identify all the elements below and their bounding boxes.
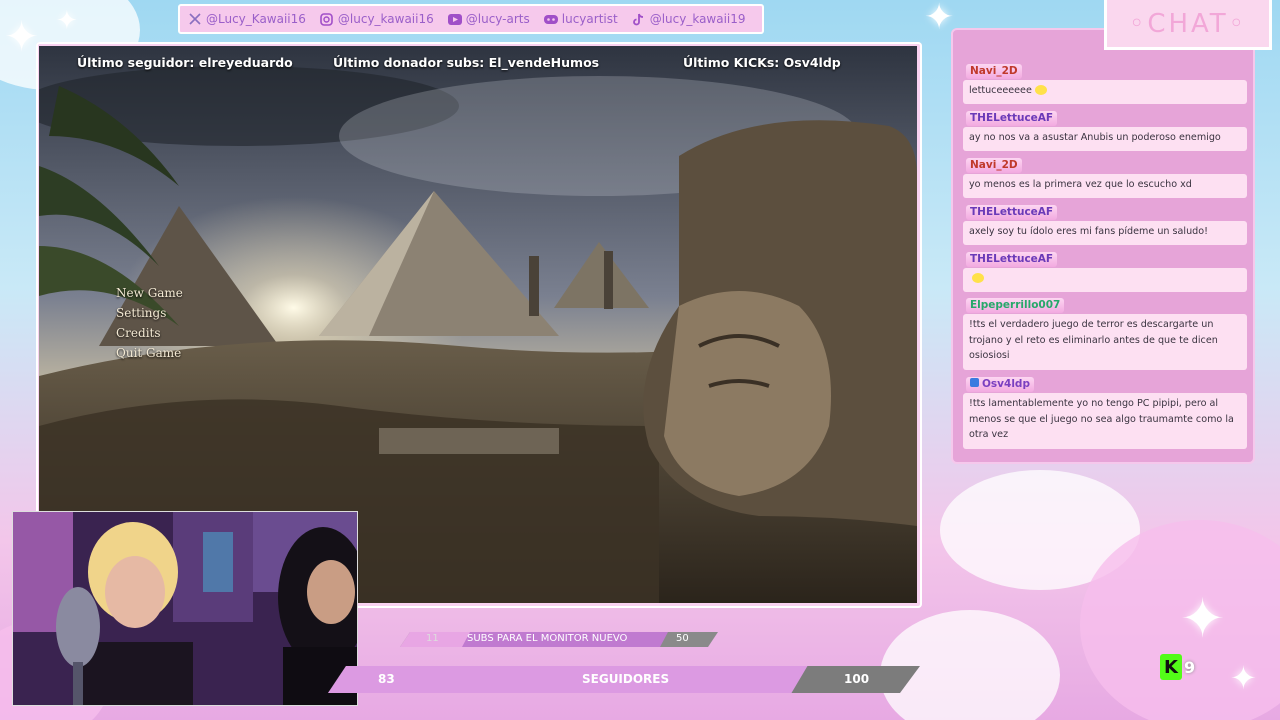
last-donor-alert: Último donador subs: El_vendeHumos [333,55,600,70]
emote-icon [1034,85,1047,95]
followers-goal-bar: 83 SEGUIDORES 100 [328,666,920,693]
x-twitter-icon [188,12,202,26]
kick-logo-icon: K [1160,654,1182,680]
chat-username[interactable]: THELettuceAF [966,205,1058,220]
social-handle: lucyartist [561,12,618,26]
chat-username[interactable]: THELettuceAF [966,111,1058,126]
followers-goal-target: 100 [844,672,870,686]
menu-new-game[interactable]: New Game [116,286,183,300]
menu-credits[interactable]: Credits [116,326,183,340]
social-handle: @lucy_kawaii19 [649,12,746,26]
chat-message: ay no nos va a asustar Anubis un poderos… [963,127,1247,151]
chat-username[interactable]: THELettuceAF [966,252,1058,267]
chat-header: ◦CHAT◦ [1104,0,1272,50]
chat-username[interactable]: Navi_2D [966,64,1022,79]
tiktok-icon [632,12,646,26]
game-main-menu: New Game Settings Credits Quit Game [116,286,183,360]
background-cloud [880,610,1060,720]
sparkle-icon: ✦ [56,6,78,36]
social-handle: @lucy_kawaii16 [337,12,434,26]
kick-viewer-count: 9 [1184,657,1196,677]
chat-message: !tts lamentablemente yo no tengo PC pipi… [963,393,1247,449]
last-follower-alert: Último seguidor: elreyeduardo [77,55,293,70]
sparkle-icon: ✦ [924,0,955,38]
chat-message: axely soy tu ídolo eres mi fans pídeme u… [963,221,1247,245]
sparkle-icon: ✦ [1180,587,1226,650]
chat-message [963,268,1247,292]
kick-badge-icon [970,378,979,387]
social-link[interactable]: @lucy_kawaii16 [320,12,434,26]
kick-viewer-badge: K 9 [1160,652,1202,682]
emote-icon [972,273,984,283]
instagram-icon [320,12,334,26]
chat-username[interactable]: Elpeperrillo007 [966,298,1065,313]
webcam-feed [12,511,358,706]
menu-settings[interactable]: Settings [116,306,183,320]
chat-message: yo menos es la primera vez que lo escuch… [963,174,1247,198]
subs-goal-bar: 11 SUBS PARA EL MONITOR NUEVO 50 [400,632,718,647]
social-handle: @lucy-arts [465,12,530,26]
chat-message: !tts el verdadero juego de terror es des… [963,314,1247,370]
social-links-bar: @Lucy_Kawaii16 @lucy_kawaii16 @lucy-arts… [178,4,764,34]
subs-goal-label: SUBS PARA EL MONITOR NUEVO [467,633,628,644]
social-link[interactable]: @lucy_kawaii19 [632,12,746,26]
chat-title: ◦CHAT◦ [1128,8,1248,39]
followers-goal-label: SEGUIDORES [582,672,670,686]
last-kick-alert: Último KICKs: Osv4ldp [683,55,841,70]
chat-username[interactable]: Osv4ldp [966,377,1034,392]
discord-icon [543,12,558,26]
social-link[interactable]: lucyartist [543,12,618,26]
chat-message: lettuceeeeee [963,80,1247,104]
social-handle: @Lucy_Kawaii16 [206,12,306,26]
social-link[interactable]: @lucy-arts [447,12,530,26]
chat-username-text: Osv4ldp [982,378,1030,390]
followers-goal-current: 83 [378,672,395,686]
webcam-image [13,512,357,705]
sparkle-icon: ✦ [1230,659,1257,697]
chat-message-text: lettuceeeeee [969,85,1032,96]
youtube-icon [447,12,462,26]
subs-goal-target: 50 [676,633,689,644]
chat-panel: Navi_2D lettuceeeeee THELettuceAF ay no … [951,28,1255,464]
social-link[interactable]: @Lucy_Kawaii16 [188,12,306,26]
subs-goal-current: 11 [426,633,439,644]
menu-quit-game[interactable]: Quit Game [116,346,183,360]
chat-username[interactable]: Navi_2D [966,158,1022,173]
